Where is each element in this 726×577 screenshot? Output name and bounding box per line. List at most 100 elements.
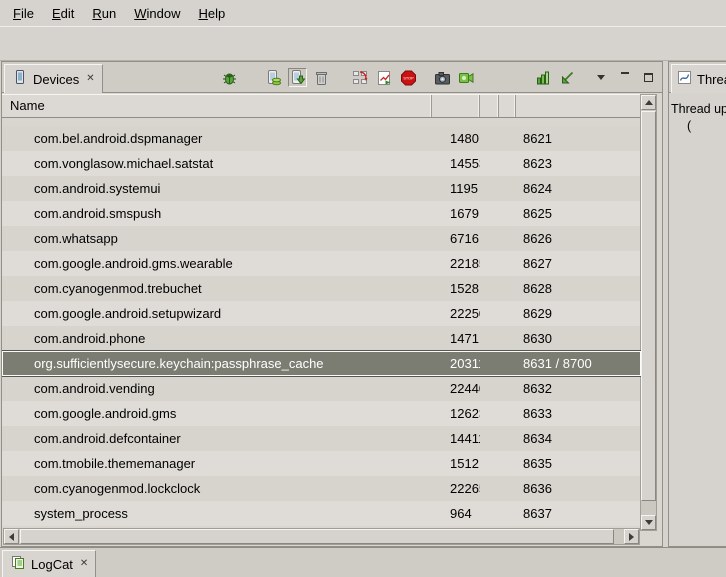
table-row[interactable]: com.tmobile.thememanager 1512 8635 [2,451,641,476]
table-row[interactable]: com.cyanogenmod.trebuchet 1528 8628 [2,276,641,301]
table-row[interactable]: com.google.android.gms.wearable 22185 86… [2,251,641,276]
screen-capture-icon[interactable] [433,68,452,87]
process-name: com.android.vending [2,381,432,396]
table-row[interactable]: com.bel.android.dspmanager 1480 8621 [2,126,641,151]
process-name: com.android.phone [2,331,432,346]
update-threads-icon[interactable] [351,68,370,87]
close-icon[interactable]: ✕ [86,74,94,84]
process-port: 8631 / 8700 [516,356,641,371]
scroll-left-icon[interactable] [4,529,19,544]
process-pid: 22250 [432,306,480,321]
tab-threads-label: Threads [697,72,726,87]
process-pid: 964 [432,506,480,521]
vertical-scrollbar-thumb[interactable] [641,111,656,501]
table-row[interactable]: com.google.android.setupwizard 22250 862… [2,301,641,326]
process-pid: 12623 [432,406,480,421]
table-row[interactable]: com.cyanogenmod.lockclock 22265 8636 [2,476,641,501]
process-name: system_process [2,506,432,521]
close-icon[interactable]: ✕ [80,559,88,569]
process-name: com.cyanogenmod.lockclock [2,481,432,496]
process-name: com.google.android.gms.wearable [2,256,432,271]
process-port: 8629 [516,306,641,321]
process-port: 8628 [516,281,641,296]
dump-hprof-icon[interactable] [288,68,307,87]
process-pid: 1528 [432,281,480,296]
screen-record-icon[interactable] [457,68,476,87]
tab-logcat-label: LogCat [31,557,73,572]
scroll-down-icon[interactable] [641,515,656,530]
horizontal-scrollbar[interactable] [3,528,640,545]
process-name: com.vonglasow.michael.satstat [2,156,432,171]
process-port: 8635 [516,456,641,471]
table-header[interactable]: Name [2,94,641,118]
tab-threads[interactable]: Threads [671,64,726,93]
diagonal-arrows-icon[interactable] [558,68,577,87]
minimize-icon[interactable] [615,68,634,87]
process-pid: 1480 [432,131,480,146]
process-name: com.bel.android.dspmanager [2,131,432,146]
process-name: com.android.systemui [2,181,432,196]
column-header-name[interactable]: Name [2,95,432,117]
table-row[interactable]: org.sufficientlysecure.keychain:passphra… [2,351,641,376]
table-row[interactable]: com.google.android.gms 12623 8633 [2,401,641,426]
process-port: 8626 [516,231,641,246]
process-name: com.cyanogenmod.trebuchet [2,281,432,296]
scroll-right-icon[interactable] [624,529,639,544]
process-name: org.sufficientlysecure.keychain:passphra… [2,356,432,371]
maximize-icon[interactable] [639,68,658,87]
table-row[interactable]: com.android.vending 22440 8632 [2,376,641,401]
process-name: com.android.smspush [2,206,432,221]
update-heap-icon[interactable] [264,68,283,87]
menu-help[interactable]: Help [189,3,234,24]
menu-run[interactable]: Run [83,3,125,24]
table-row[interactable]: com.vonglasow.michael.satstat 14553 8623 [2,151,641,176]
process-name: com.tmobile.thememanager [2,456,432,471]
process-port: 8634 [516,431,641,446]
column-header-spacer2[interactable] [499,95,516,117]
tab-logcat[interactable]: LogCat ✕ [2,550,96,577]
vertical-scrollbar[interactable] [640,94,657,531]
process-port: 8627 [516,256,641,271]
table-row[interactable]: com.android.smspush 1679 8625 [2,201,641,226]
table-row[interactable]: com.whatsapp 6716 8626 [2,226,641,251]
menu-edit[interactable]: Edit [43,3,83,24]
threads-message-line2: ( [671,119,724,133]
devices-toolbar: STOP [220,68,663,87]
column-header-port[interactable] [516,95,641,117]
column-header-spacer1[interactable] [480,95,499,117]
start-method-profiling-icon[interactable] [375,68,394,87]
stop-process-icon[interactable]: STOP [399,68,418,87]
process-port: 8625 [516,206,641,221]
bar-chart-icon[interactable] [534,68,553,87]
process-pid: 1195 [432,181,480,196]
process-pid: 1512 [432,456,480,471]
cause-gc-icon[interactable] [312,68,331,87]
process-pid: 22265 [432,481,480,496]
process-port: 8633 [516,406,641,421]
table-row[interactable]: com.android.phone 1471 8630 [2,326,641,351]
main-toolbar [0,26,726,61]
devices-view: Devices ✕ [1,61,663,547]
tab-devices[interactable]: Devices ✕ [4,64,103,93]
process-table: com.bel.android.dspmanager 1480 8621 com… [2,118,641,531]
menu-file[interactable]: File [4,3,43,24]
process-name: com.google.android.setupwizard [2,306,432,321]
view-menu-icon[interactable] [591,68,610,87]
table-row[interactable]: com.android.systemui 1195 8624 [2,176,641,201]
process-name: com.android.defcontainer [2,431,432,446]
table-row[interactable]: system_process 964 8637 [2,501,641,526]
process-port: 8621 [516,131,641,146]
process-port: 8630 [516,331,641,346]
threads-view: Threads Thread up ( [668,61,726,547]
threads-content: Thread up ( [669,93,726,133]
process-pid: 20311 [432,356,480,371]
threads-message-line1: Thread up [671,102,724,116]
menu-window[interactable]: Window [125,3,189,24]
table-row[interactable]: com.android.defcontainer 14411 8634 [2,426,641,451]
column-header-pid[interactable] [432,95,480,117]
process-name: com.google.android.gms [2,406,432,421]
debug-process-icon[interactable] [220,68,239,87]
scroll-up-icon[interactable] [641,95,656,110]
horizontal-scrollbar-thumb[interactable] [20,529,614,544]
logcat-icon [10,555,26,573]
